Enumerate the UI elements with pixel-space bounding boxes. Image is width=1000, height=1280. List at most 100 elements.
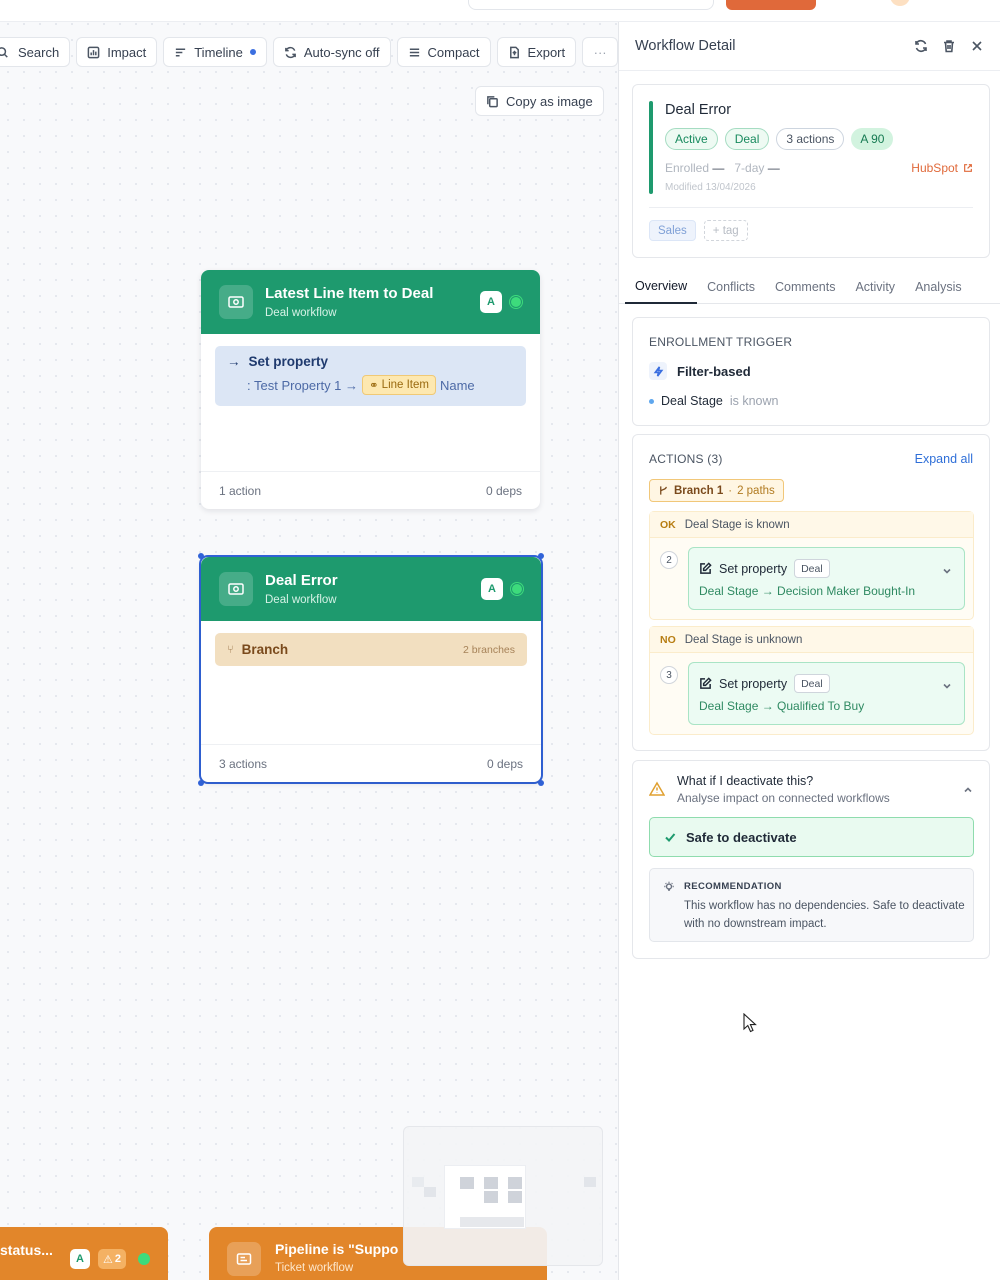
header-search-field[interactable] <box>468 0 714 10</box>
branch-step[interactable]: ⑂ Branch 2 branches <box>215 633 527 666</box>
resize-handle[interactable] <box>538 553 544 559</box>
workflow-node-latest-line-item[interactable]: Latest Line Item to Deal Deal workflow A… <box>201 270 540 509</box>
arrow-right-icon: → <box>227 354 241 369</box>
summary-tags: Active Deal 3 actions A 90 <box>665 128 894 150</box>
impact-button[interactable]: Impact <box>76 37 158 67</box>
avatar[interactable] <box>890 0 910 6</box>
money-icon <box>219 572 253 606</box>
canvas-minimap[interactable] <box>403 1126 603 1266</box>
node-footer: 1 action 0 deps <box>201 471 540 509</box>
search-button[interactable]: Search <box>0 37 71 67</box>
minimap-node <box>508 1177 522 1189</box>
section-label: ENROLLMENT TRIGGER <box>649 335 793 349</box>
score-badge: A <box>481 578 503 600</box>
chevron-down-icon[interactable] <box>942 679 952 694</box>
set-property-step[interactable]: → Set property : Test Property 1 → ⚭ Lin… <box>215 346 526 406</box>
status-dot <box>511 583 523 595</box>
panel-header: Workflow Detail <box>619 22 1000 71</box>
export-button[interactable]: Export <box>496 37 577 67</box>
action-count-badge: 3 actions <box>776 128 845 150</box>
impact-button-label: Impact <box>107 44 147 60</box>
panel-title: Workflow Detail <box>635 38 736 54</box>
action-step-card[interactable]: Set property Deal Deal Stage → Decision … <box>688 547 965 610</box>
minimap-node <box>584 1177 596 1187</box>
step-title: Set property <box>719 561 788 576</box>
auto-sync-button[interactable]: Auto-sync off <box>272 37 391 67</box>
more-options-button[interactable]: ··· <box>582 37 618 67</box>
link-icon: ⚭ <box>369 380 379 392</box>
step-description: Deal Stage → Decision Maker Bought-In <box>699 584 916 598</box>
chart-icon <box>87 46 100 58</box>
timeline-button[interactable]: Timeline <box>163 37 267 67</box>
timeline-active-dot <box>249 49 256 55</box>
menu-lines-icon <box>409 48 419 56</box>
tab-comments[interactable]: Comments <box>765 270 845 304</box>
chevron-up-icon[interactable] <box>963 783 973 798</box>
node-title: Latest Line Item to Deal <box>265 285 434 302</box>
workflow-name: Deal Error <box>665 102 732 118</box>
search-button-label: Search <box>18 44 60 60</box>
branch-path-ok: OK Deal Stage is known 2 Set property De… <box>649 511 974 620</box>
status-accent-bar <box>649 101 653 194</box>
node-title: status... <box>0 1242 53 1258</box>
branch-chip[interactable]: Branch 1 · 2 paths <box>649 479 784 502</box>
path-header: NO Deal Stage is unknown <box>650 627 973 653</box>
lightbulb-icon <box>663 881 675 896</box>
recommendation-box: RECOMMENDATION This workflow has no depe… <box>649 868 974 942</box>
actions-card: ACTIONS (3) Expand all Branch 1 · 2 path… <box>632 434 990 751</box>
action-step-card[interactable]: Set property Deal Deal Stage → Qualified… <box>688 662 965 725</box>
path-condition: Deal Stage is unknown <box>684 633 803 646</box>
step-title: Set property <box>248 354 329 369</box>
minimap-node <box>508 1191 522 1203</box>
copy-as-image-button[interactable]: Copy as image <box>475 86 604 116</box>
workflow-canvas[interactable]: Search Impact Timeline Auto-sync off Com… <box>0 0 618 1280</box>
modified-date: Modified 13/04/2026 <box>665 182 756 193</box>
step-number: 2 <box>660 551 678 569</box>
refresh-icon[interactable] <box>914 39 928 53</box>
hubspot-link[interactable]: HubSpot <box>911 161 973 175</box>
minimap-node <box>484 1191 498 1203</box>
close-icon[interactable] <box>970 39 984 53</box>
node-subtitle: Deal workflow <box>265 307 337 319</box>
add-tag-button[interactable]: + tag <box>703 220 748 241</box>
canvas-toolbar: Search Impact Timeline Auto-sync off Com… <box>0 37 618 67</box>
edit-icon <box>700 562 712 574</box>
tab-overview[interactable]: Overview <box>625 270 698 304</box>
workflow-detail-panel: Workflow Detail Deal Error Active Deal 3… <box>618 22 1000 1280</box>
workflow-node-status[interactable]: status... A ⚠ 2 <box>0 1227 168 1280</box>
line-item-chip-label: Line Item <box>381 379 429 391</box>
edit-icon <box>700 677 712 689</box>
status-dot <box>510 296 522 308</box>
workflow-node-deal-error[interactable]: Deal Error Deal workflow A ⑂ Branch 2 br… <box>201 557 541 782</box>
sync-icon <box>284 46 296 58</box>
warning-badge: ⚠ 2 <box>98 1249 126 1269</box>
enrollment-trigger-card: ENROLLMENT TRIGGER Filter-based Deal Sta… <box>632 317 990 426</box>
chevron-down-icon[interactable] <box>942 564 952 579</box>
path-tag: NO <box>660 633 676 646</box>
branch-count: 2 branches <box>463 643 515 656</box>
tab-conflicts[interactable]: Conflicts <box>697 270 765 304</box>
path-header: OK Deal Stage is known <box>650 512 973 538</box>
recommendation-text: This workflow has no dependencies. Safe … <box>684 900 965 930</box>
label-tag[interactable]: Sales <box>649 220 696 241</box>
tab-analysis[interactable]: Analysis <box>905 270 972 304</box>
external-link-icon <box>964 164 972 172</box>
top-header-strip <box>0 0 1000 22</box>
period-value: — <box>767 161 780 175</box>
expand-all-link[interactable]: Expand all <box>915 452 973 466</box>
tab-activity[interactable]: Activity <box>845 270 905 304</box>
copy-icon <box>487 95 498 107</box>
minimap-node <box>460 1217 524 1227</box>
score-badge: A <box>70 1249 90 1269</box>
summary-meta: Enrolled — 7-day — <box>665 161 780 175</box>
node-header: Latest Line Item to Deal Deal workflow A <box>201 270 540 334</box>
compact-button[interactable]: Compact <box>396 37 491 67</box>
path-condition: Deal Stage is known <box>684 518 790 531</box>
header-primary-button[interactable] <box>726 0 816 10</box>
export-file-icon <box>509 46 519 58</box>
money-icon <box>219 285 253 319</box>
condition-operator: is known <box>729 394 779 408</box>
safe-status-text: Safe to deactivate <box>686 829 797 845</box>
node-header: Deal Error Deal workflow A <box>201 557 541 621</box>
trash-icon[interactable] <box>942 39 956 53</box>
